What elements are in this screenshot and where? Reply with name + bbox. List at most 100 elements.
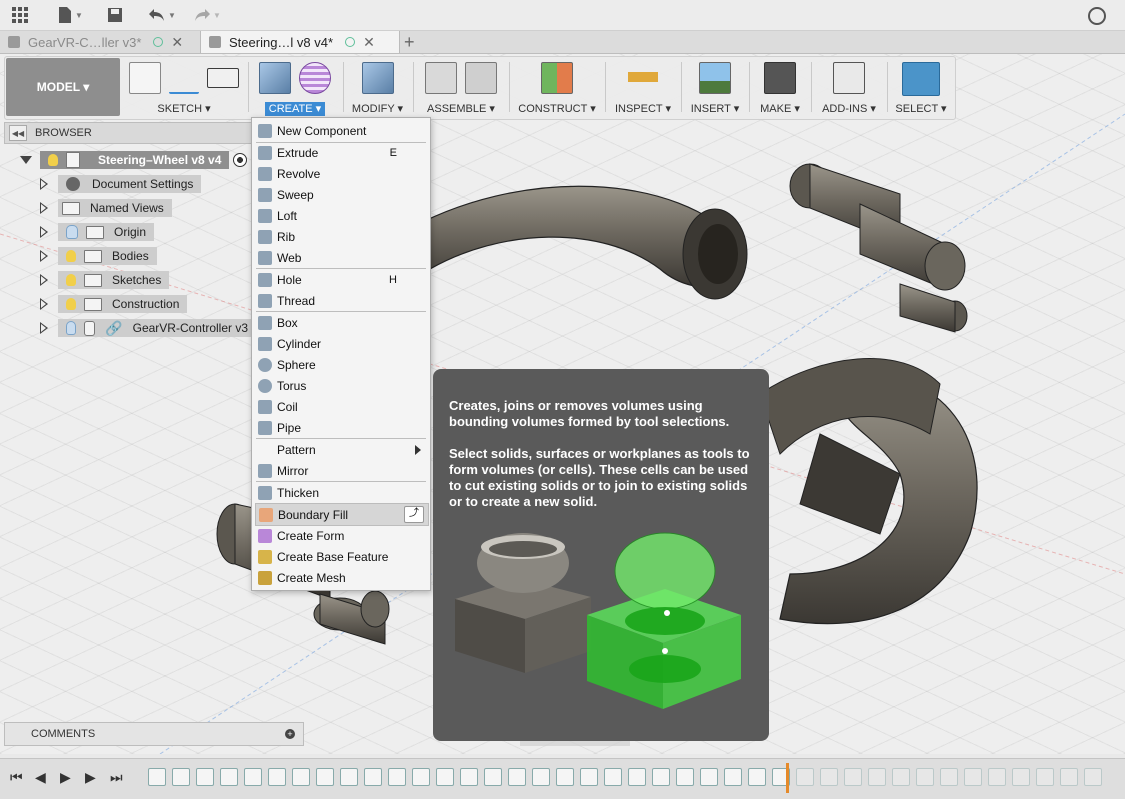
expand-arrow-icon[interactable] <box>40 202 48 214</box>
menu-item-loft[interactable]: Loft <box>255 205 427 226</box>
create-group[interactable]: CREATE ▾ <box>250 58 340 116</box>
timeline-step-icon[interactable] <box>292 768 310 786</box>
timeline-step-icon[interactable] <box>628 768 646 786</box>
assemble-group[interactable]: ASSEMBLE ▾ <box>415 58 507 116</box>
root-component-chip[interactable]: Steering–Wheel v8 v4 <box>40 151 230 169</box>
rectangle-icon[interactable] <box>207 68 239 88</box>
timeline-step-icon[interactable] <box>556 768 574 786</box>
joint-icon[interactable] <box>465 62 497 94</box>
comments-panel[interactable]: COMMENTS + <box>4 722 304 746</box>
timeline-step-icon[interactable] <box>316 768 334 786</box>
menu-item-thicken[interactable]: Thicken <box>255 482 427 503</box>
tab-steering-wheel[interactable]: Steering…l v8 v4* ✕ <box>200 31 400 53</box>
menu-item-pattern[interactable]: Pattern <box>255 439 427 460</box>
tree-item-chip[interactable]: 🔗 GearVR-Controller v3 <box>58 319 256 337</box>
create-sketch-icon[interactable] <box>129 62 161 94</box>
addins-group[interactable]: ADD-INS ▾ <box>813 58 885 116</box>
collapse-panel-icon[interactable]: ◀◀ <box>9 125 27 141</box>
timeline-step-icon[interactable] <box>580 768 598 786</box>
line-icon[interactable] <box>169 62 199 94</box>
timeline-step-icon[interactable] <box>724 768 742 786</box>
timeline-step-icon[interactable] <box>1084 768 1102 786</box>
tab-gearvr-controller[interactable]: GearVR-C…ller v3* ✕ <box>0 31 200 53</box>
step-forward-icon[interactable]: ▶ <box>85 769 96 786</box>
grid-icon[interactable] <box>10 5 30 25</box>
timeline-step-icon[interactable] <box>796 768 814 786</box>
visibility-bulb-icon[interactable] <box>66 250 76 262</box>
step-back-icon[interactable]: ◀ <box>35 769 46 786</box>
timeline-step-icon[interactable] <box>820 768 838 786</box>
timeline-step-icon[interactable] <box>484 768 502 786</box>
workspace-model-button[interactable]: MODEL ▾ <box>6 58 120 116</box>
tree-item-document-settings[interactable]: Document Settings <box>40 174 202 194</box>
3d-print-icon[interactable] <box>764 62 796 94</box>
save-icon[interactable] <box>105 5 125 25</box>
redo-icon[interactable]: ▼ <box>190 5 224 25</box>
menu-item-thread[interactable]: Thread <box>255 290 427 311</box>
timeline-step-icon[interactable] <box>340 768 358 786</box>
measure-icon[interactable] <box>628 62 658 92</box>
expand-arrow-icon[interactable] <box>40 298 48 310</box>
timeline-step-icon[interactable] <box>364 768 382 786</box>
play-icon[interactable]: ▶ <box>60 769 71 786</box>
expand-arrow-icon[interactable] <box>40 178 48 190</box>
construct-group[interactable]: CONSTRUCT ▾ <box>511 58 603 116</box>
make-group[interactable]: MAKE ▾ <box>751 58 809 116</box>
timeline-step-icon[interactable] <box>892 768 910 786</box>
timeline-step-icon[interactable] <box>196 768 214 786</box>
close-icon[interactable]: ✕ <box>363 34 375 51</box>
menu-item-mirror[interactable]: Mirror <box>255 460 427 481</box>
menu-item-web[interactable]: Web <box>255 247 427 268</box>
menu-item-sphere[interactable]: Sphere <box>255 354 427 375</box>
select-cursor-icon[interactable] <box>902 62 940 96</box>
tree-item-chip[interactable]: Named Views <box>58 199 172 217</box>
timeline-marker[interactable] <box>786 763 789 793</box>
tree-item-construction[interactable]: Construction <box>40 294 188 314</box>
close-icon[interactable]: ✕ <box>171 34 183 51</box>
timeline-step-icon[interactable] <box>532 768 550 786</box>
expand-arrow-icon[interactable] <box>40 274 48 286</box>
menu-item-cylinder[interactable]: Cylinder <box>255 333 427 354</box>
file-icon[interactable]: ▼ <box>55 5 85 25</box>
timeline-step-icon[interactable] <box>940 768 958 786</box>
menu-item-coil[interactable]: Coil <box>255 396 427 417</box>
expanded-arrow-icon[interactable] <box>20 156 32 164</box>
timeline-step-icon[interactable] <box>460 768 478 786</box>
timeline-step-icon[interactable] <box>412 768 430 786</box>
timeline-step-icon[interactable] <box>676 768 694 786</box>
timeline-step-icon[interactable] <box>604 768 622 786</box>
timeline-step-icon[interactable] <box>844 768 862 786</box>
modify-group[interactable]: MODIFY ▾ <box>345 58 410 116</box>
activate-radio-icon[interactable] <box>233 153 248 167</box>
visibility-bulb-icon[interactable] <box>48 154 58 166</box>
timeline-step-icon[interactable] <box>916 768 934 786</box>
menu-item-revolve[interactable]: Revolve <box>255 163 427 184</box>
timeline-step-icon[interactable] <box>268 768 286 786</box>
tree-item-chip[interactable]: Bodies <box>58 247 157 265</box>
timeline-step-icon[interactable] <box>748 768 766 786</box>
menu-item-create-mesh[interactable]: Create Mesh <box>255 567 427 588</box>
offset-plane-icon[interactable] <box>541 62 573 94</box>
tree-item-bodies[interactable]: Bodies <box>40 246 157 266</box>
add-comment-icon[interactable]: + <box>285 729 295 739</box>
go-to-start-icon[interactable]: ⏮ <box>10 769 23 786</box>
timeline-step-icon[interactable] <box>964 768 982 786</box>
sketch-group[interactable]: SKETCH ▾ <box>122 58 246 116</box>
tree-root[interactable]: Steering–Wheel v8 v4 <box>20 150 248 170</box>
expand-arrow-icon[interactable] <box>40 322 48 334</box>
timeline-step-icon[interactable] <box>436 768 454 786</box>
timeline-step-icon[interactable] <box>868 768 886 786</box>
new-component-icon[interactable] <box>425 62 457 94</box>
timeline-step-icon[interactable] <box>220 768 238 786</box>
timeline-step-icon[interactable] <box>148 768 166 786</box>
timeline-step-icon[interactable] <box>1012 768 1030 786</box>
menu-item-boundary-fill[interactable]: Boundary Fill ⤴ <box>255 503 429 526</box>
menu-item-pipe[interactable]: Pipe <box>255 417 427 438</box>
expand-arrow-icon[interactable] <box>40 226 48 238</box>
timeline-step-icon[interactable] <box>244 768 262 786</box>
menu-item-create-form[interactable]: Create Form <box>255 525 427 546</box>
expand-arrow-icon[interactable] <box>40 250 48 262</box>
visibility-bulb-icon[interactable] <box>66 225 78 239</box>
tree-item-chip[interactable]: Document Settings <box>58 175 202 193</box>
clock-icon[interactable] <box>1088 7 1106 25</box>
